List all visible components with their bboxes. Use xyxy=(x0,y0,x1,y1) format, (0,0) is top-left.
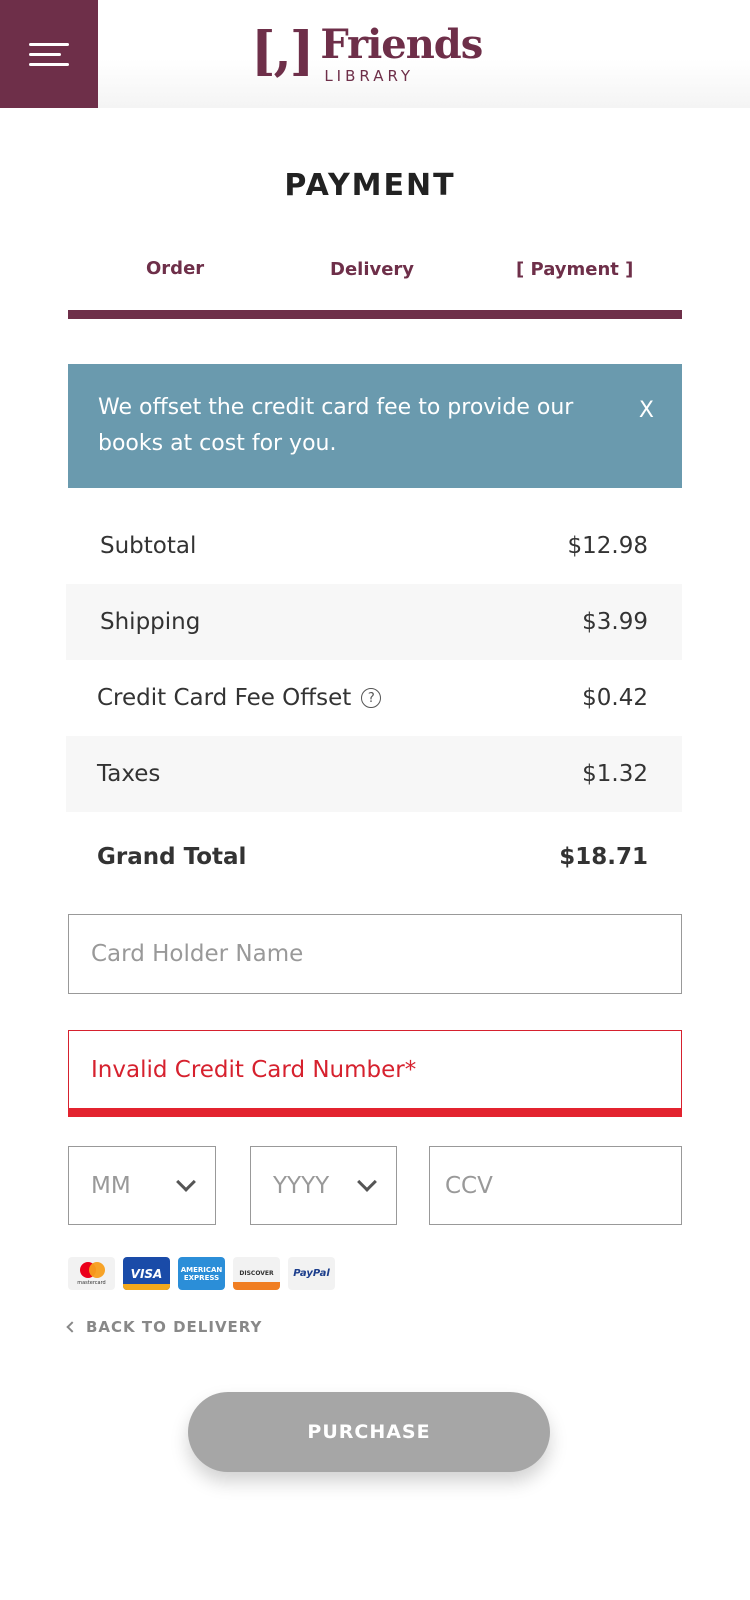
menu-line-icon xyxy=(29,52,61,56)
back-label: BACK TO DELIVERY xyxy=(86,1318,263,1336)
fee-label-group: Credit Card Fee Offset ? xyxy=(97,685,382,711)
logo-subtitle: LIBRARY xyxy=(324,67,415,85)
friends-library-logo[interactable]: [,] Friends LIBRARY xyxy=(251,21,483,88)
subtotal-row: Subtotal $12.98 xyxy=(66,508,682,584)
taxes-value: $1.32 xyxy=(582,761,648,787)
fee-label: Credit Card Fee Offset xyxy=(97,685,352,711)
purchase-button[interactable]: PURCHASE xyxy=(188,1392,550,1472)
card-holder-name-input[interactable]: Card Holder Name xyxy=(68,914,682,994)
step-delivery[interactable]: Delivery xyxy=(330,259,414,280)
alert-message: We offset the credit card fee to provide… xyxy=(98,395,574,456)
taxes-label: Taxes xyxy=(97,761,161,787)
expiry-year-select[interactable]: YYYY xyxy=(250,1146,397,1225)
card-number-error-bar xyxy=(68,1108,682,1117)
help-icon[interactable]: ? xyxy=(361,688,382,708)
step-payment: [ Payment ] xyxy=(516,259,634,280)
menu-line-icon xyxy=(29,42,69,46)
grand-total-row: Grand Total $18.71 xyxy=(66,812,682,902)
step-order[interactable]: Order xyxy=(146,258,204,279)
chevron-left-icon xyxy=(66,1321,78,1333)
chevron-down-icon xyxy=(357,1172,377,1192)
paypal-icon: PayPal xyxy=(288,1257,335,1290)
checkout-steps: Order Delivery [ Payment ] xyxy=(68,254,682,294)
shipping-value: $3.99 xyxy=(582,609,648,635)
logo-wordmark: Friends LIBRARY xyxy=(320,21,483,85)
logo-mark: [,] xyxy=(251,21,314,82)
expiry-year-placeholder: YYYY xyxy=(273,1172,330,1199)
top-header: [,] Friends LIBRARY xyxy=(0,0,750,108)
visa-icon: VISA xyxy=(123,1257,170,1290)
steps-progress-bar xyxy=(68,310,682,319)
card-number-input[interactable]: Invalid Credit Card Number* xyxy=(68,1030,682,1116)
taxes-row: Taxes $1.32 xyxy=(66,736,682,812)
amex-icon: AMERICAN EXPRESS xyxy=(178,1257,225,1290)
expiry-month-select[interactable]: MM xyxy=(68,1146,216,1225)
close-alert-button[interactable]: X xyxy=(639,398,654,423)
hamburger-menu-button[interactable] xyxy=(0,0,98,108)
discover-icon: DISCOVER xyxy=(233,1257,280,1290)
expiry-month-placeholder: MM xyxy=(91,1172,131,1199)
grand-total-value: $18.71 xyxy=(559,844,648,870)
order-totals: Subtotal $12.98 Shipping $3.99 Credit Ca… xyxy=(66,508,682,902)
grand-total-label: Grand Total xyxy=(97,844,247,870)
chevron-down-icon xyxy=(176,1172,196,1192)
shipping-label: Shipping xyxy=(100,609,201,635)
accepted-cards: mastercard VISA AMERICAN EXPRESS DISCOVE… xyxy=(68,1257,335,1290)
fee-value: $0.42 xyxy=(582,685,648,711)
logo-name: Friends xyxy=(320,21,483,68)
page-title: PAYMENT xyxy=(284,168,456,203)
menu-line-icon xyxy=(29,62,69,66)
fee-info-alert: We offset the credit card fee to provide… xyxy=(68,364,682,488)
ccv-input[interactable]: CCV xyxy=(429,1146,682,1225)
shipping-row: Shipping $3.99 xyxy=(66,584,682,660)
fee-row: Credit Card Fee Offset ? $0.42 xyxy=(66,660,682,736)
back-to-delivery-link[interactable]: BACK TO DELIVERY xyxy=(66,1318,263,1336)
mastercard-icon: mastercard xyxy=(68,1257,115,1290)
subtotal-label: Subtotal xyxy=(100,533,197,559)
subtotal-value: $12.98 xyxy=(567,533,648,559)
